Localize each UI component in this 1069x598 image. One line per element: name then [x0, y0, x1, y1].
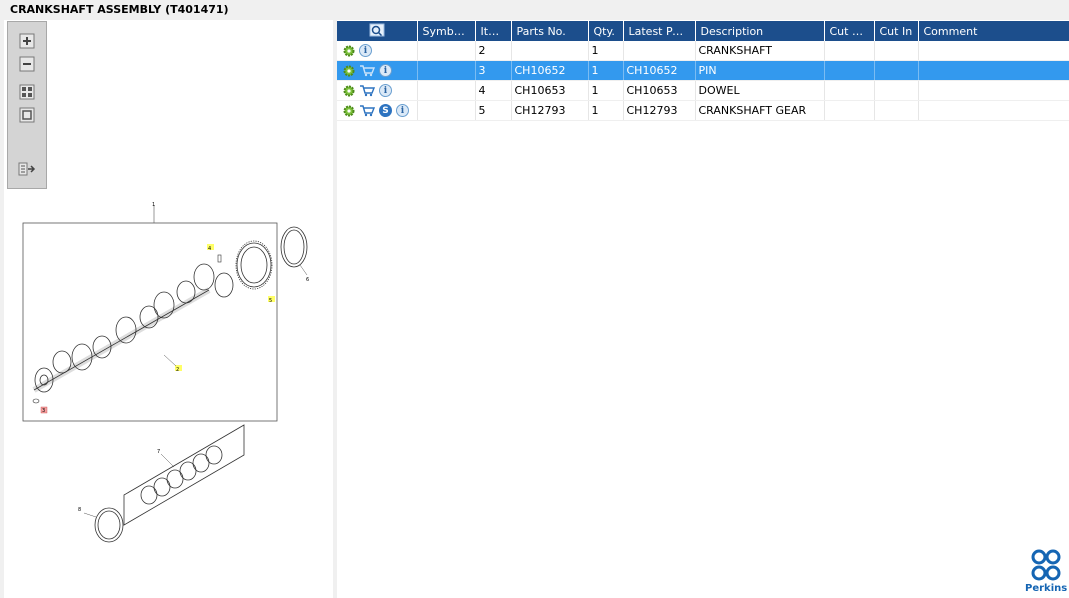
cut-out-cell	[824, 100, 875, 121]
column-header-part-no[interactable]: Parts No.	[511, 21, 589, 41]
table-row[interactable]: S i 5 CH12793 1 CH12793 CRANKSHAFT GEAR	[337, 100, 1069, 121]
table-row[interactable]: i 4 CH10653 1 CH10653 DOWEL	[337, 80, 1069, 101]
comment-cell	[918, 80, 1069, 101]
column-header-comment[interactable]: Comment	[918, 21, 1069, 41]
info-icon[interactable]: i	[379, 84, 392, 97]
cut-out-cell	[824, 80, 875, 101]
perkins-logo: Perkins	[1025, 548, 1067, 596]
column-header-symbols[interactable]: Symbol(s)	[417, 21, 476, 41]
qty-cell: 1	[588, 100, 624, 121]
item-cell: 2	[475, 41, 512, 61]
page-title: CRANKSHAFT ASSEMBLY (T401471)	[10, 3, 229, 16]
zoom-out-icon[interactable]	[17, 55, 37, 73]
gear-icon[interactable]	[343, 85, 355, 97]
column-header-item[interactable]: Item	[475, 21, 512, 41]
table-header-row: Symbol(s) Item Parts No. Qty. Latest Par…	[337, 21, 1069, 41]
fit-all-icon[interactable]	[17, 83, 37, 101]
description-cell: CRANKSHAFT GEAR	[695, 100, 825, 121]
gear-icon[interactable]	[343, 65, 355, 77]
latest-part-cell: CH12793	[623, 100, 696, 121]
column-header-actions[interactable]	[337, 21, 418, 41]
symbols-cell	[417, 60, 476, 81]
symbols-cell	[417, 80, 476, 101]
qty-cell: 1	[588, 80, 624, 101]
item-cell: 4	[475, 80, 512, 101]
parts-table: Symbol(s) Item Parts No. Qty. Latest Par…	[337, 21, 1069, 121]
latest-part-cell: CH10653	[623, 80, 696, 101]
part-no-cell	[511, 41, 589, 61]
item-cell: 3	[475, 60, 512, 81]
zoom-toolbar	[7, 21, 47, 189]
callout-2: 2	[176, 367, 179, 373]
column-header-qty[interactable]: Qty.	[588, 21, 624, 41]
qty-cell: 1	[588, 41, 624, 61]
description-cell: PIN	[695, 60, 825, 81]
cut-out-cell	[824, 60, 875, 81]
callout-3: 3	[42, 408, 45, 414]
cart-icon[interactable]	[359, 64, 375, 77]
zoom-in-icon[interactable]	[17, 32, 37, 50]
cart-icon[interactable]	[359, 104, 375, 117]
bearing-shells-drawing	[123, 424, 245, 526]
comment-cell	[918, 100, 1069, 121]
column-header-latest-part[interactable]: Latest Part...	[623, 21, 696, 41]
callout-1: 1	[152, 202, 155, 208]
thrust-washer-drawing	[94, 507, 124, 543]
callout-7: 7	[157, 449, 160, 455]
info-icon[interactable]: i	[379, 64, 392, 77]
cut-out-cell	[824, 41, 875, 61]
part-no-cell: CH12793	[511, 100, 589, 121]
latest-part-cell	[623, 41, 696, 61]
column-header-cut-out[interactable]: Cut Out	[824, 21, 875, 41]
seal-ring-drawing	[280, 226, 308, 268]
title-bar: CRANKSHAFT ASSEMBLY (T401471)	[0, 0, 1069, 20]
symbols-cell	[417, 100, 476, 121]
table-row[interactable]: i 2 1 CRANKSHAFT	[337, 41, 1069, 61]
search-parts-icon[interactable]	[369, 23, 385, 37]
export-list-icon[interactable]	[17, 160, 37, 178]
column-header-cut-in[interactable]: Cut In	[874, 21, 919, 41]
cut-in-cell	[874, 100, 919, 121]
callout-8: 8	[78, 507, 81, 513]
crankshaft-gear-drawing	[235, 240, 273, 290]
description-cell: CRANKSHAFT	[695, 41, 825, 61]
callout-4: 4	[208, 246, 211, 252]
column-header-description[interactable]: Description	[695, 21, 825, 41]
parts-list-pane: Symbol(s) Item Parts No. Qty. Latest Par…	[337, 20, 1069, 598]
callout-6: 6	[306, 277, 309, 283]
item-cell: 5	[475, 100, 512, 121]
perkins-logo-mark	[1031, 549, 1061, 581]
symbols-cell	[417, 41, 476, 61]
crankshaft-drawing	[32, 263, 234, 393]
gear-icon[interactable]	[343, 105, 355, 117]
cut-in-cell	[874, 60, 919, 81]
actual-size-icon[interactable]	[17, 106, 37, 124]
comment-cell	[918, 60, 1069, 81]
s-icon[interactable]: S	[379, 104, 392, 117]
qty-cell: 1	[588, 60, 624, 81]
callout-5: 5	[269, 298, 272, 304]
part-no-cell: CH10652	[511, 60, 589, 81]
comment-cell	[918, 41, 1069, 61]
cut-in-cell	[874, 41, 919, 61]
gear-icon[interactable]	[343, 45, 355, 57]
info-icon[interactable]: i	[396, 104, 409, 117]
perkins-wordmark: Perkins	[1025, 583, 1068, 594]
latest-part-cell: CH10652	[623, 60, 696, 81]
info-icon[interactable]: i	[359, 44, 372, 57]
cart-icon[interactable]	[359, 84, 375, 97]
cut-in-cell	[874, 80, 919, 101]
table-row[interactable]: i 3 CH10652 1 CH10652 PIN	[337, 60, 1069, 81]
part-no-cell: CH10653	[511, 80, 589, 101]
description-cell: DOWEL	[695, 80, 825, 101]
exploded-diagram[interactable]: 1 3 2 4 5 6 7 8	[4, 195, 333, 555]
